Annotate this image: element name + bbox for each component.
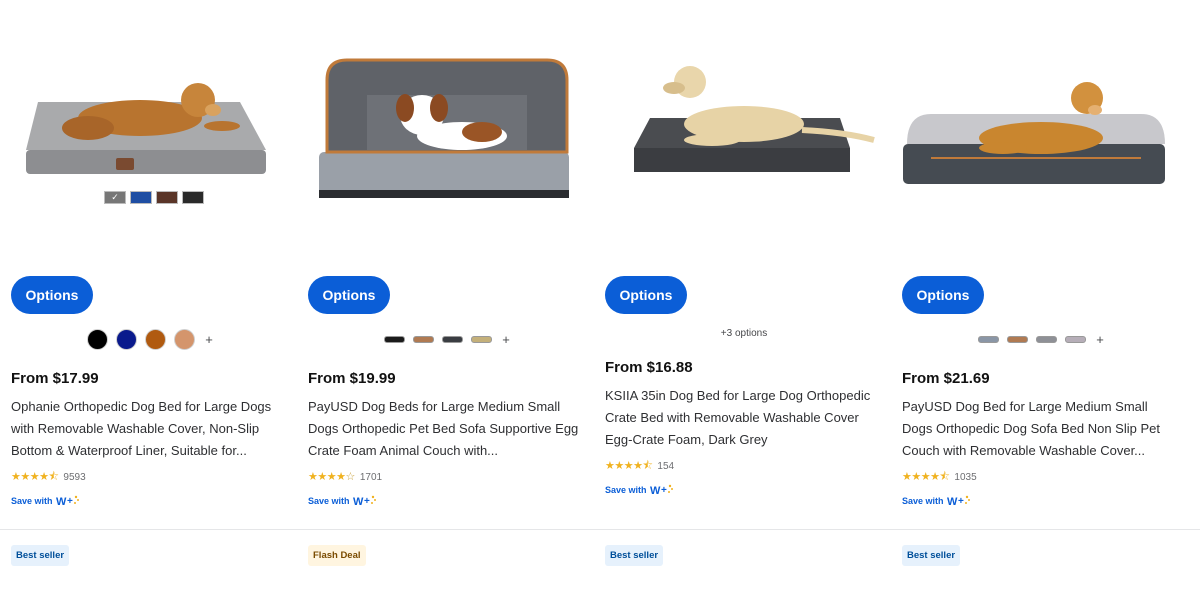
options-button[interactable]: Options xyxy=(902,276,984,314)
product-title[interactable]: PayUSD Dog Bed for Large Medium Small Do… xyxy=(902,396,1180,462)
product-price: From $19.99 xyxy=(308,370,396,387)
product-card[interactable]: ✓ Options + From $17.99 Ophanie Orthoped… xyxy=(0,0,290,607)
more-variants[interactable]: + xyxy=(1096,332,1104,347)
product-image[interactable] xyxy=(594,40,884,240)
review-count: 1035 xyxy=(954,471,977,483)
product-title[interactable]: PayUSD Dog Beds for Large Medium Small D… xyxy=(308,396,586,462)
review-count: 1701 xyxy=(359,471,383,483)
variant-color-brown[interactable] xyxy=(145,328,167,350)
color-variants: + xyxy=(297,328,597,350)
variant-swatch-khaki[interactable] xyxy=(471,335,493,343)
product-price: From $21.69 xyxy=(902,370,990,387)
variant-swatch-blue-grey[interactable] xyxy=(978,335,1000,343)
product-card[interactable]: Options +3 options From $16.88 KSIIA 35i… xyxy=(594,0,884,607)
more-variants[interactable]: + xyxy=(502,332,510,347)
variant-swatch-brown[interactable] xyxy=(1007,335,1029,343)
save-with-label: Save with xyxy=(11,496,53,506)
product-card[interactable]: Options + From $21.69 PayUSD Dog Bed for… xyxy=(891,0,1181,607)
product-title[interactable]: KSIIA 35in Dog Bed for Large Dog Orthope… xyxy=(605,385,883,451)
dog-sofa-bed-illustration xyxy=(319,58,569,198)
star-rating: ★ ★ ★ ★ ⯪ xyxy=(11,470,59,483)
review-count: 9593 xyxy=(63,471,86,483)
variant-swatch-black[interactable] xyxy=(384,335,406,343)
svg-text:W: W xyxy=(56,496,67,508)
walmart-plus-icon: W + xyxy=(56,494,80,508)
best-seller-badge: Best seller xyxy=(605,545,664,566)
save-with-label: Save with xyxy=(605,485,647,495)
walmart-plus-icon: W + xyxy=(650,483,674,497)
walmart-plus-icon: W + xyxy=(353,494,377,508)
swatch-selected[interactable]: ✓ xyxy=(104,191,126,204)
swatch[interactable] xyxy=(130,191,152,204)
variant-swatch-lavender[interactable] xyxy=(1065,335,1087,343)
svg-text:+: + xyxy=(958,496,964,507)
svg-text:W: W xyxy=(650,485,661,497)
variant-swatch-brown[interactable] xyxy=(413,335,435,343)
product-image[interactable] xyxy=(891,40,1181,240)
product-card[interactable]: Options + From $19.99 PayUSD Dog Beds fo… xyxy=(297,0,587,607)
variant-swatch-charcoal[interactable] xyxy=(442,335,464,343)
options-button[interactable]: Options xyxy=(11,276,93,314)
svg-text:+: + xyxy=(364,496,370,507)
product-title[interactable]: Ophanie Orthopedic Dog Bed for Large Dog… xyxy=(11,396,289,462)
product-image[interactable] xyxy=(297,40,587,240)
variant-color-black[interactable] xyxy=(87,328,109,350)
dog-crate-bed-illustration xyxy=(634,66,875,172)
walmart-plus-icon: W + xyxy=(947,494,971,508)
star-rating: ★ ★ ★ ★ ⯪ xyxy=(902,470,950,483)
save-with-walmart-plus[interactable]: Save with W + xyxy=(605,482,674,498)
flash-deal-badge: Flash Deal xyxy=(308,545,366,566)
review-count: 154 xyxy=(657,460,675,472)
best-seller-badge: Best seller xyxy=(11,545,70,566)
options-button[interactable]: Options xyxy=(605,276,687,314)
product-grid: ✓ Options + From $17.99 Ophanie Orthoped… xyxy=(0,0,1200,607)
rating: ★ ★ ★ ★ ⯪ 154 xyxy=(605,459,674,473)
color-variants: + xyxy=(0,328,300,350)
color-variants: + xyxy=(891,328,1191,350)
svg-text:+: + xyxy=(67,496,73,507)
more-variants[interactable]: + xyxy=(205,332,213,347)
star-rating: ★ ★ ★ ★ ☆ xyxy=(308,470,355,483)
options-count[interactable]: +3 options xyxy=(594,328,894,339)
product-price: From $17.99 xyxy=(11,370,99,387)
swatch[interactable] xyxy=(182,191,204,204)
svg-text:W: W xyxy=(947,496,958,508)
save-with-label: Save with xyxy=(308,496,350,506)
swatch[interactable] xyxy=(156,191,178,204)
variant-color-navy[interactable] xyxy=(116,328,138,350)
save-with-walmart-plus[interactable]: Save with W + xyxy=(902,493,971,509)
variant-swatch-grey[interactable] xyxy=(1036,335,1058,343)
save-with-walmart-plus[interactable]: Save with W + xyxy=(308,493,377,509)
rating: ★ ★ ★ ★ ⯪ 9593 xyxy=(11,470,86,484)
star-rating: ★ ★ ★ ★ ⯪ xyxy=(605,459,653,472)
rating: ★ ★ ★ ★ ☆ 1701 xyxy=(308,470,382,484)
image-color-swatches: ✓ xyxy=(104,191,204,204)
options-button[interactable]: Options xyxy=(308,276,390,314)
svg-text:+: + xyxy=(661,485,667,496)
best-seller-badge: Best seller xyxy=(902,545,961,566)
product-price: From $16.88 xyxy=(605,359,693,376)
variant-color-tan[interactable] xyxy=(174,328,196,350)
save-with-walmart-plus[interactable]: Save with W + xyxy=(11,493,80,509)
section-divider xyxy=(0,529,1200,530)
dog-bed-illustration xyxy=(26,83,266,174)
svg-text:W: W xyxy=(353,496,364,508)
rating: ★ ★ ★ ★ ⯪ 1035 xyxy=(902,470,977,484)
product-image[interactable] xyxy=(0,40,290,240)
dog-bolster-bed-illustration xyxy=(903,82,1165,184)
save-with-label: Save with xyxy=(902,496,944,506)
